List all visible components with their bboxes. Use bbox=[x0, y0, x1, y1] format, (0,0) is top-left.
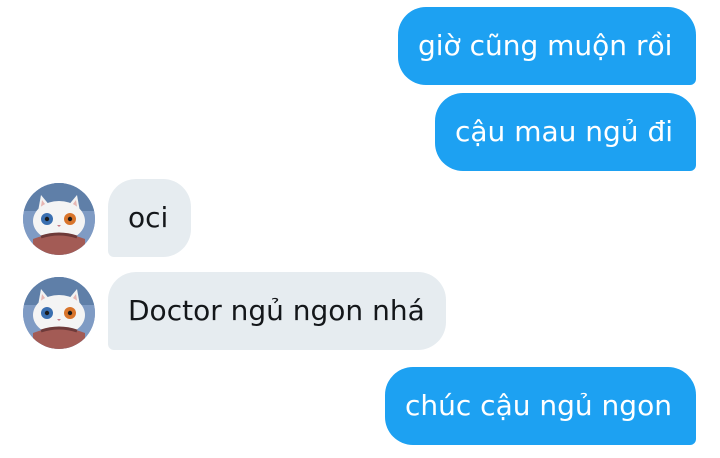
cat-avatar-icon[interactable] bbox=[23, 183, 95, 255]
outgoing-message[interactable]: chúc cậu ngủ ngon bbox=[385, 367, 696, 445]
incoming-message[interactable]: Doctor ngủ ngon nhá bbox=[108, 272, 446, 350]
outgoing-message[interactable]: cậu mau ngủ đi bbox=[435, 93, 696, 171]
cat-avatar-icon[interactable] bbox=[23, 277, 95, 349]
incoming-message[interactable]: oci bbox=[108, 179, 191, 257]
chat-thread: giờ cũng muộn rồi cậu mau ngủ đi oci Doc… bbox=[0, 0, 720, 458]
outgoing-message[interactable]: giờ cũng muộn rồi bbox=[398, 7, 696, 85]
message-text: giờ cũng muộn rồi bbox=[418, 29, 673, 62]
message-text: Doctor ngủ ngon nhá bbox=[128, 294, 425, 327]
message-text: oci bbox=[128, 201, 169, 234]
message-text: chúc cậu ngủ ngon bbox=[405, 389, 672, 422]
message-text: cậu mau ngủ đi bbox=[455, 115, 673, 148]
